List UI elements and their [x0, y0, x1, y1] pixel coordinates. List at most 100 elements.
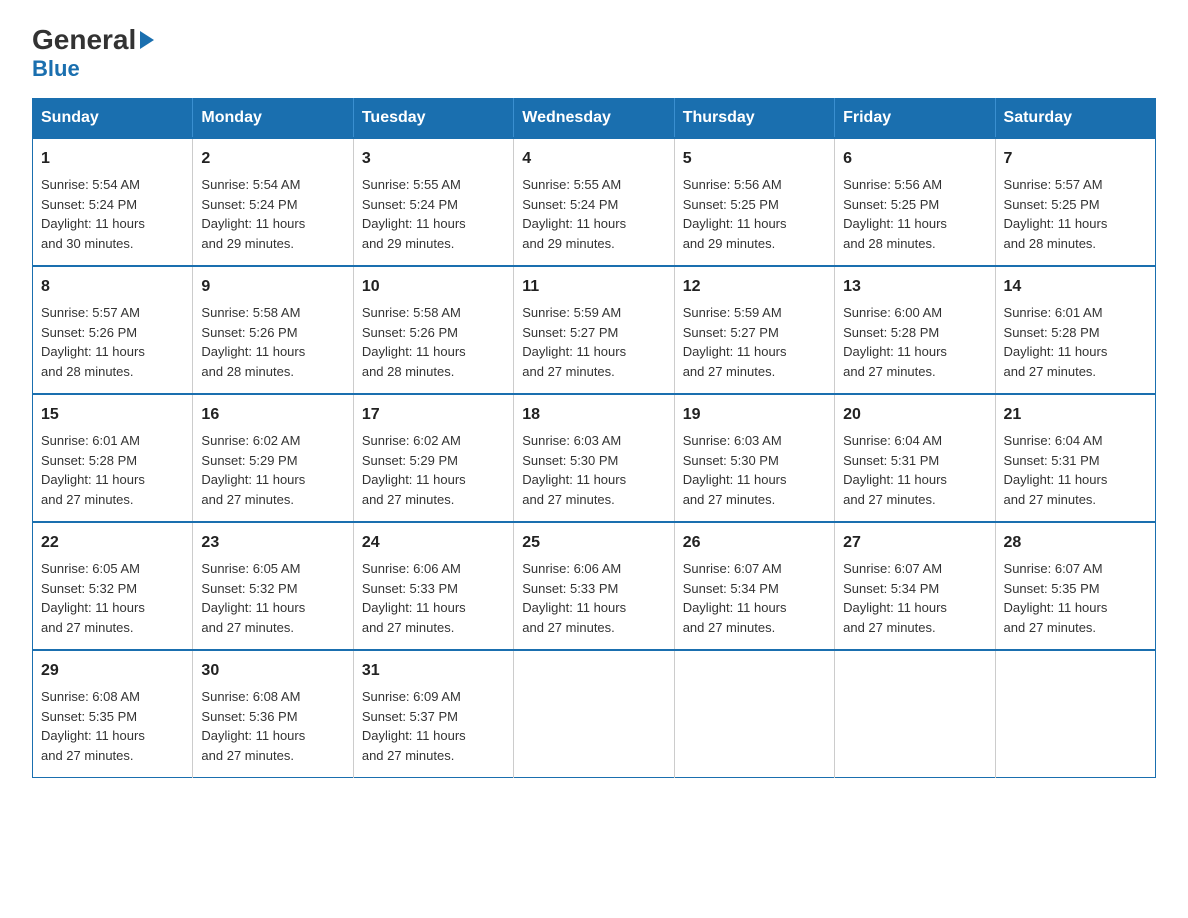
logo-arrow-icon	[136, 29, 158, 51]
day-info: Sunrise: 5:54 AM Sunset: 5:24 PM Dayligh…	[201, 175, 344, 253]
day-number: 28	[1004, 531, 1147, 555]
calendar-cell: 17 Sunrise: 6:02 AM Sunset: 5:29 PM Dayli…	[353, 394, 513, 522]
day-number: 6	[843, 147, 986, 171]
calendar-cell	[995, 650, 1155, 778]
calendar-cell: 2 Sunrise: 5:54 AM Sunset: 5:24 PM Daylig…	[193, 138, 353, 266]
day-number: 5	[683, 147, 826, 171]
day-info: Sunrise: 6:05 AM Sunset: 5:32 PM Dayligh…	[41, 559, 184, 637]
calendar-cell: 14 Sunrise: 6:01 AM Sunset: 5:28 PM Dayli…	[995, 266, 1155, 394]
day-info: Sunrise: 5:56 AM Sunset: 5:25 PM Dayligh…	[843, 175, 986, 253]
weekday-header-saturday: Saturday	[995, 99, 1155, 139]
day-info: Sunrise: 6:02 AM Sunset: 5:29 PM Dayligh…	[362, 431, 505, 509]
day-info: Sunrise: 6:02 AM Sunset: 5:29 PM Dayligh…	[201, 431, 344, 509]
calendar-cell: 15 Sunrise: 6:01 AM Sunset: 5:28 PM Dayli…	[33, 394, 193, 522]
calendar-cell: 5 Sunrise: 5:56 AM Sunset: 5:25 PM Daylig…	[674, 138, 834, 266]
day-info: Sunrise: 6:09 AM Sunset: 5:37 PM Dayligh…	[362, 687, 505, 765]
day-number: 15	[41, 403, 184, 427]
day-number: 21	[1004, 403, 1147, 427]
calendar-week-row: 22 Sunrise: 6:05 AM Sunset: 5:32 PM Dayli…	[33, 522, 1156, 650]
day-number: 16	[201, 403, 344, 427]
day-info: Sunrise: 6:00 AM Sunset: 5:28 PM Dayligh…	[843, 303, 986, 381]
day-number: 20	[843, 403, 986, 427]
calendar-cell: 6 Sunrise: 5:56 AM Sunset: 5:25 PM Daylig…	[835, 138, 995, 266]
day-number: 9	[201, 275, 344, 299]
calendar-cell: 22 Sunrise: 6:05 AM Sunset: 5:32 PM Dayli…	[33, 522, 193, 650]
day-info: Sunrise: 6:04 AM Sunset: 5:31 PM Dayligh…	[1004, 431, 1147, 509]
day-info: Sunrise: 5:57 AM Sunset: 5:26 PM Dayligh…	[41, 303, 184, 381]
weekday-header-friday: Friday	[835, 99, 995, 139]
day-info: Sunrise: 6:03 AM Sunset: 5:30 PM Dayligh…	[683, 431, 826, 509]
day-number: 14	[1004, 275, 1147, 299]
day-number: 7	[1004, 147, 1147, 171]
weekday-header-monday: Monday	[193, 99, 353, 139]
weekday-header-wednesday: Wednesday	[514, 99, 674, 139]
calendar-cell: 18Sunrise: 6:03 AM Sunset: 5:30 PM Dayli…	[514, 394, 674, 522]
calendar-cell: 30Sunrise: 6:08 AM Sunset: 5:36 PM Dayli…	[193, 650, 353, 778]
day-info: Sunrise: 6:08 AM Sunset: 5:36 PM Dayligh…	[201, 687, 344, 765]
calendar-week-row: 1 Sunrise: 5:54 AM Sunset: 5:24 PM Daylig…	[33, 138, 1156, 266]
day-info: Sunrise: 6:01 AM Sunset: 5:28 PM Dayligh…	[1004, 303, 1147, 381]
day-info: Sunrise: 6:07 AM Sunset: 5:34 PM Dayligh…	[683, 559, 826, 637]
calendar-cell: 11 Sunrise: 5:59 AM Sunset: 5:27 PM Dayli…	[514, 266, 674, 394]
calendar-cell: 8 Sunrise: 5:57 AM Sunset: 5:26 PM Daylig…	[33, 266, 193, 394]
calendar-cell: 29 Sunrise: 6:08 AM Sunset: 5:35 PM Dayli…	[33, 650, 193, 778]
calendar-cell: 12 Sunrise: 5:59 AM Sunset: 5:27 PM Dayli…	[674, 266, 834, 394]
calendar-cell	[514, 650, 674, 778]
calendar-cell: 28 Sunrise: 6:07 AM Sunset: 5:35 PM Dayli…	[995, 522, 1155, 650]
calendar-cell: 16 Sunrise: 6:02 AM Sunset: 5:29 PM Dayli…	[193, 394, 353, 522]
day-info: Sunrise: 5:54 AM Sunset: 5:24 PM Dayligh…	[41, 175, 184, 253]
day-info: Sunrise: 6:05 AM Sunset: 5:32 PM Dayligh…	[201, 559, 344, 637]
calendar-cell: 13 Sunrise: 6:00 AM Sunset: 5:28 PM Dayli…	[835, 266, 995, 394]
day-number: 3	[362, 147, 505, 171]
day-number: 12	[683, 275, 826, 299]
calendar-cell	[835, 650, 995, 778]
calendar-cell: 7 Sunrise: 5:57 AM Sunset: 5:25 PM Daylig…	[995, 138, 1155, 266]
calendar-cell: 27Sunrise: 6:07 AM Sunset: 5:34 PM Dayli…	[835, 522, 995, 650]
day-number: 24	[362, 531, 505, 555]
day-info: Sunrise: 6:04 AM Sunset: 5:31 PM Dayligh…	[843, 431, 986, 509]
calendar-header-row: SundayMondayTuesdayWednesdayThursdayFrid…	[33, 99, 1156, 139]
calendar-table: SundayMondayTuesdayWednesdayThursdayFrid…	[32, 98, 1156, 778]
day-number: 29	[41, 659, 184, 683]
day-number: 8	[41, 275, 184, 299]
day-info: Sunrise: 6:08 AM Sunset: 5:35 PM Dayligh…	[41, 687, 184, 765]
day-number: 11	[522, 275, 665, 299]
day-info: Sunrise: 5:56 AM Sunset: 5:25 PM Dayligh…	[683, 175, 826, 253]
calendar-cell: 9Sunrise: 5:58 AM Sunset: 5:26 PM Daylig…	[193, 266, 353, 394]
day-info: Sunrise: 6:06 AM Sunset: 5:33 PM Dayligh…	[522, 559, 665, 637]
day-info: Sunrise: 5:59 AM Sunset: 5:27 PM Dayligh…	[522, 303, 665, 381]
day-info: Sunrise: 6:01 AM Sunset: 5:28 PM Dayligh…	[41, 431, 184, 509]
day-info: Sunrise: 5:55 AM Sunset: 5:24 PM Dayligh…	[522, 175, 665, 253]
calendar-week-row: 29 Sunrise: 6:08 AM Sunset: 5:35 PM Dayli…	[33, 650, 1156, 778]
calendar-cell	[674, 650, 834, 778]
logo: General Blue	[32, 24, 158, 82]
calendar-cell: 23 Sunrise: 6:05 AM Sunset: 5:32 PM Dayli…	[193, 522, 353, 650]
day-number: 13	[843, 275, 986, 299]
calendar-cell: 4 Sunrise: 5:55 AM Sunset: 5:24 PM Daylig…	[514, 138, 674, 266]
calendar-cell: 20 Sunrise: 6:04 AM Sunset: 5:31 PM Dayli…	[835, 394, 995, 522]
day-info: Sunrise: 5:58 AM Sunset: 5:26 PM Dayligh…	[362, 303, 505, 381]
day-info: Sunrise: 6:07 AM Sunset: 5:35 PM Dayligh…	[1004, 559, 1147, 637]
day-number: 4	[522, 147, 665, 171]
weekday-header-thursday: Thursday	[674, 99, 834, 139]
day-info: Sunrise: 6:03 AM Sunset: 5:30 PM Dayligh…	[522, 431, 665, 509]
day-info: Sunrise: 5:57 AM Sunset: 5:25 PM Dayligh…	[1004, 175, 1147, 253]
calendar-week-row: 15 Sunrise: 6:01 AM Sunset: 5:28 PM Dayli…	[33, 394, 1156, 522]
calendar-cell: 1 Sunrise: 5:54 AM Sunset: 5:24 PM Daylig…	[33, 138, 193, 266]
calendar-cell: 10 Sunrise: 5:58 AM Sunset: 5:26 PM Dayli…	[353, 266, 513, 394]
day-number: 23	[201, 531, 344, 555]
day-number: 26	[683, 531, 826, 555]
calendar-cell: 3Sunrise: 5:55 AM Sunset: 5:24 PM Daylig…	[353, 138, 513, 266]
calendar-cell: 24 Sunrise: 6:06 AM Sunset: 5:33 PM Dayli…	[353, 522, 513, 650]
day-info: Sunrise: 6:06 AM Sunset: 5:33 PM Dayligh…	[362, 559, 505, 637]
day-number: 1	[41, 147, 184, 171]
calendar-week-row: 8 Sunrise: 5:57 AM Sunset: 5:26 PM Daylig…	[33, 266, 1156, 394]
logo-blue: Blue	[32, 56, 80, 81]
day-number: 25	[522, 531, 665, 555]
day-number: 17	[362, 403, 505, 427]
day-number: 22	[41, 531, 184, 555]
day-info: Sunrise: 5:59 AM Sunset: 5:27 PM Dayligh…	[683, 303, 826, 381]
day-number: 2	[201, 147, 344, 171]
page-header: General Blue	[32, 24, 1156, 82]
day-number: 10	[362, 275, 505, 299]
